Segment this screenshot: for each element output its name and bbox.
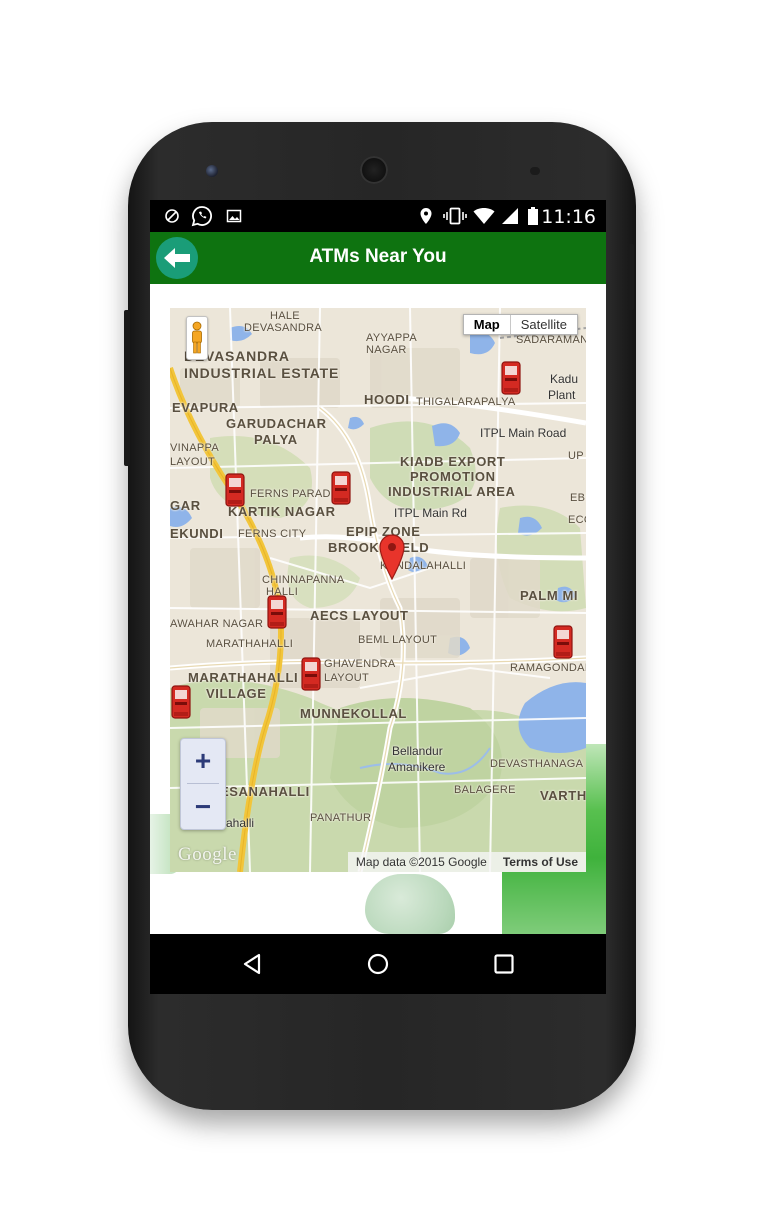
atm-marker-icon[interactable] bbox=[500, 360, 522, 396]
map-label: DEVASTHANAGA bbox=[490, 758, 584, 770]
map-attribution: Map data ©2015 Google Terms of Use bbox=[347, 852, 586, 872]
map-label: CHINNAPANNA bbox=[262, 574, 345, 586]
map-label: HOODI bbox=[364, 392, 410, 407]
recents-square-icon bbox=[494, 954, 514, 974]
location-pin-icon[interactable] bbox=[378, 534, 406, 580]
battery-icon bbox=[526, 206, 540, 226]
map-label: ITPL Main Rd bbox=[394, 506, 467, 520]
no-sim-icon bbox=[162, 206, 182, 226]
location-icon bbox=[416, 206, 436, 226]
atm-marker-icon[interactable] bbox=[552, 624, 574, 660]
map-view[interactable]: HALE DEVASANDRA AYYAPPA NAGAR SADARAMAN … bbox=[170, 308, 586, 872]
map-label: EBE bbox=[570, 492, 586, 504]
map-label: HALE bbox=[270, 310, 300, 322]
nav-home-button[interactable] bbox=[364, 950, 392, 978]
pegman-icon bbox=[192, 321, 202, 354]
earpiece-speaker bbox=[360, 156, 388, 184]
map-label: VILLAGE bbox=[206, 686, 267, 701]
map-label: UP bbox=[568, 450, 584, 462]
map-label: AECS LAYOUT bbox=[310, 608, 409, 623]
map-label: ESANAHALLI bbox=[220, 784, 310, 799]
back-triangle-icon bbox=[243, 953, 261, 975]
atm-marker-icon[interactable] bbox=[266, 594, 288, 630]
status-clock: 11:16 bbox=[541, 206, 596, 228]
app-bar: ATMs Near You bbox=[150, 232, 606, 284]
nav-recents-button[interactable] bbox=[490, 950, 518, 978]
map-label: LAYOUT bbox=[170, 456, 215, 468]
map-label: EVAPURA bbox=[172, 400, 239, 415]
front-camera bbox=[206, 165, 218, 177]
status-bar: 11:16 bbox=[150, 200, 606, 232]
map-label: INDUSTRIAL AREA bbox=[388, 484, 516, 499]
map-label: FERNS PARAD bbox=[250, 488, 331, 500]
map-label: VINAPPA bbox=[170, 442, 219, 454]
map-label: INDUSTRIAL ESTATE bbox=[184, 365, 340, 381]
map-label: Bellandur bbox=[392, 744, 443, 758]
power-button bbox=[628, 244, 634, 310]
map-label: MUNNEKOLLAL bbox=[300, 706, 407, 721]
map-label: NAGAR bbox=[366, 344, 407, 356]
map-data-credit: Map data ©2015 Google bbox=[355, 855, 487, 869]
zoom-control: + − bbox=[180, 738, 226, 830]
map-label: BALAGERE bbox=[454, 784, 516, 796]
atm-marker-icon[interactable] bbox=[170, 684, 192, 720]
map-label: RAMAGONDAN bbox=[510, 662, 586, 674]
map-label: AYYAPPA bbox=[366, 332, 418, 344]
map-label: FERNS CITY bbox=[238, 528, 307, 540]
map-label: EKUNDI bbox=[170, 526, 224, 541]
map-label: KIADB EXPORT bbox=[400, 454, 506, 469]
map-label: MARATHAHALLI bbox=[206, 638, 294, 650]
wifi-icon bbox=[472, 206, 496, 226]
zoom-out-button[interactable]: − bbox=[181, 785, 225, 829]
atm-marker-icon[interactable] bbox=[224, 472, 246, 508]
google-logo: Google bbox=[178, 844, 237, 865]
atm-marker-icon[interactable] bbox=[330, 470, 352, 506]
gallery-icon bbox=[224, 206, 244, 226]
map-label: Plant bbox=[548, 388, 576, 402]
map-label: THIGALARAPALYA bbox=[416, 396, 516, 408]
background-decoration bbox=[365, 874, 455, 934]
map-label: LAYOUT bbox=[324, 672, 369, 684]
map-label: Amanikere bbox=[388, 760, 446, 774]
map-label: VARTH bbox=[540, 788, 586, 803]
map-type-map-button[interactable]: Map bbox=[464, 315, 511, 334]
map-label: AWAHAR NAGAR bbox=[170, 618, 264, 630]
volume-button bbox=[124, 310, 130, 466]
map-label: GHAVENDRA bbox=[324, 658, 396, 670]
map-label: ahalli bbox=[226, 816, 255, 830]
zoom-in-button[interactable]: + bbox=[181, 739, 225, 783]
map-label: ECO bbox=[568, 514, 586, 526]
home-circle-icon bbox=[367, 953, 389, 975]
map-type-satellite-button[interactable]: Satellite bbox=[511, 315, 577, 334]
map-label: MARATHAHALLI bbox=[188, 670, 299, 685]
map-label: BEML LAYOUT bbox=[358, 634, 438, 646]
whatsapp-icon bbox=[190, 206, 214, 227]
map-label: PALM MI bbox=[520, 588, 579, 603]
terms-of-use-link[interactable]: Terms of Use bbox=[495, 855, 586, 869]
map-label: Kadu bbox=[550, 372, 579, 386]
content-area: HALE DEVASANDRA AYYAPPA NAGAR SADARAMAN … bbox=[150, 284, 606, 934]
map-label: PALYA bbox=[254, 432, 298, 447]
signal-icon bbox=[500, 206, 520, 226]
map-label: PROMOTION bbox=[410, 469, 496, 484]
page-title: ATMs Near You bbox=[309, 246, 447, 267]
nav-back-button[interactable] bbox=[238, 950, 266, 978]
navigation-bar bbox=[150, 934, 606, 994]
proximity-sensor bbox=[530, 167, 540, 175]
map-label: ITPL Main Road bbox=[480, 426, 567, 440]
map-type-control: Map Satellite bbox=[462, 314, 578, 335]
street-view-pegman[interactable] bbox=[186, 316, 208, 360]
vibrate-icon bbox=[442, 206, 468, 226]
divider bbox=[187, 783, 219, 784]
atm-marker-icon[interactable] bbox=[300, 656, 322, 692]
map-label: GARUDACHAR bbox=[226, 416, 327, 431]
map-label: GAR bbox=[170, 498, 201, 513]
screen: 11:16 ATMs Near You HALE DEVASANDRA AYYA… bbox=[150, 200, 606, 994]
map-label: SADARAMAN bbox=[516, 334, 586, 346]
map-label: DEVASANDRA bbox=[244, 322, 322, 334]
map-label: PANATHUR bbox=[310, 812, 372, 824]
